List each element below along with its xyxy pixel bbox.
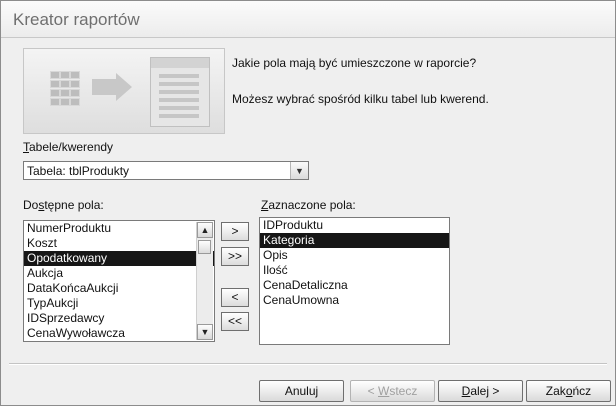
add-all-fields-button[interactable]: >> (221, 247, 249, 266)
available-fields-list[interactable]: NumerProduktu Koszt Opodatkowany Aukcja Data… (23, 220, 215, 342)
wizard-illustration (23, 48, 225, 134)
selected-field-item[interactable]: Ilość (260, 263, 449, 278)
report-page-icon (150, 57, 210, 127)
finish-button[interactable]: Zakończ (526, 380, 611, 402)
source-label: Tabele/kwerendy (23, 140, 114, 154)
back-button[interactable]: < Wstecz (350, 380, 435, 402)
selected-field-item[interactable]: Kategoria (260, 233, 449, 248)
selected-field-item[interactable]: IDProduktu (260, 218, 449, 233)
next-button[interactable]: Dalej > (438, 380, 523, 402)
footer-separator (9, 363, 607, 365)
available-field-item[interactable]: Aukcja (24, 266, 214, 281)
selected-field-item[interactable]: CenaDetaliczna (260, 278, 449, 293)
selected-fields-list[interactable]: IDProduktu Kategoria Opis Ilość CenaDetalicz… (259, 217, 450, 345)
report-wizard-dialog: Kreator raportów Jakie pola mają być umi… (0, 0, 616, 406)
intro-hint: Możesz wybrać spośród kilku tabel lub kw… (232, 92, 489, 106)
available-field-item[interactable]: Koszt (24, 236, 214, 251)
available-field-item[interactable]: NumerProduktu (24, 221, 214, 236)
title-bar: Kreator raportów (1, 1, 615, 38)
cancel-button[interactable]: Anuluj (259, 380, 344, 402)
source-combobox-value: Tabela: tblProdukty (27, 164, 130, 178)
selected-fields-label: Zaznaczone pola: (261, 198, 356, 212)
available-list-scrollbar[interactable]: ▲ ▼ (196, 222, 213, 340)
selected-field-item[interactable]: Opis (260, 248, 449, 263)
window-title: Kreator raportów (13, 10, 140, 29)
arrow-right-icon (92, 79, 116, 95)
available-fields-label: Dostępne pola: (23, 198, 104, 212)
selected-field-item[interactable]: CenaUmowna (260, 293, 449, 308)
scroll-thumb[interactable] (198, 240, 211, 254)
remove-one-field-button[interactable]: < (221, 288, 249, 307)
available-field-item[interactable]: DataKońcaAukcji (24, 281, 214, 296)
available-field-item[interactable]: CenaWywoławcza (24, 326, 214, 341)
source-combobox[interactable]: Tabela: tblProdukty ▼ (23, 161, 309, 180)
available-field-item[interactable]: IDSprzedawcy (24, 311, 214, 326)
available-field-item[interactable]: Opodatkowany (24, 251, 214, 266)
remove-all-fields-button[interactable]: << (221, 312, 249, 331)
chevron-down-icon[interactable]: ▼ (290, 162, 308, 179)
scroll-down-icon[interactable]: ▼ (197, 324, 213, 340)
scroll-up-icon[interactable]: ▲ (197, 222, 213, 238)
available-field-item[interactable]: TypAukcji (24, 296, 214, 311)
source-table-graphic (50, 71, 88, 107)
intro-question: Jakie pola mają być umieszczone w raporc… (232, 56, 477, 70)
add-one-field-button[interactable]: > (221, 222, 249, 241)
